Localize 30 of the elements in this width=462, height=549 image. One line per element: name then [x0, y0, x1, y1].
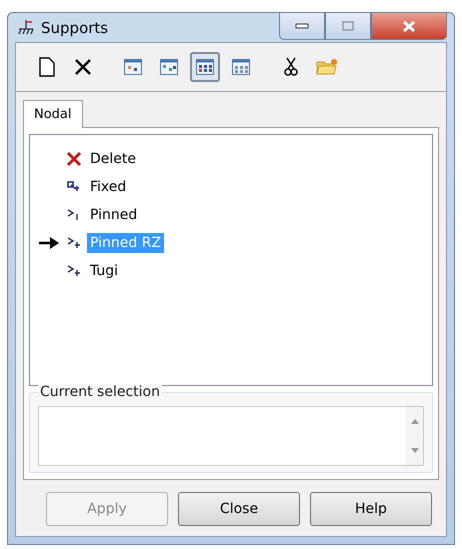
view-button[interactable] [190, 52, 220, 82]
up-arrow-icon [410, 419, 418, 424]
dialog-button[interactable]: Help [310, 492, 432, 526]
support-icon [17, 18, 35, 36]
tab[interactable]: Nodal [23, 100, 83, 128]
pinned-support-icon [66, 235, 82, 251]
close-icon [401, 20, 417, 32]
pinned-support-icon [66, 263, 82, 279]
cross-icon [74, 58, 92, 76]
window-icon [160, 59, 178, 75]
down-arrow-icon [410, 448, 418, 453]
window-icon [196, 59, 214, 75]
support-item[interactable]: Pinned [87, 205, 140, 225]
page-icon [39, 57, 55, 77]
dialog-button[interactable]: Close [178, 492, 300, 526]
support-item[interactable]: Tugi [87, 261, 122, 281]
window-title: Supports [41, 18, 108, 36]
close-button[interactable] [371, 13, 447, 40]
minimize-button[interactable] [279, 13, 325, 40]
support-item[interactable]: Delete [87, 149, 139, 169]
cross-icon [66, 151, 82, 167]
window-icon [124, 59, 142, 75]
selection-field[interactable] [38, 406, 424, 466]
maximize-icon [342, 21, 354, 31]
minimize-icon [295, 23, 309, 29]
folder-icon [316, 58, 338, 76]
window-icon [232, 59, 250, 75]
scrollbar[interactable] [406, 407, 423, 465]
support-item[interactable]: Fixed [87, 177, 130, 197]
scissors-icon [284, 57, 298, 77]
